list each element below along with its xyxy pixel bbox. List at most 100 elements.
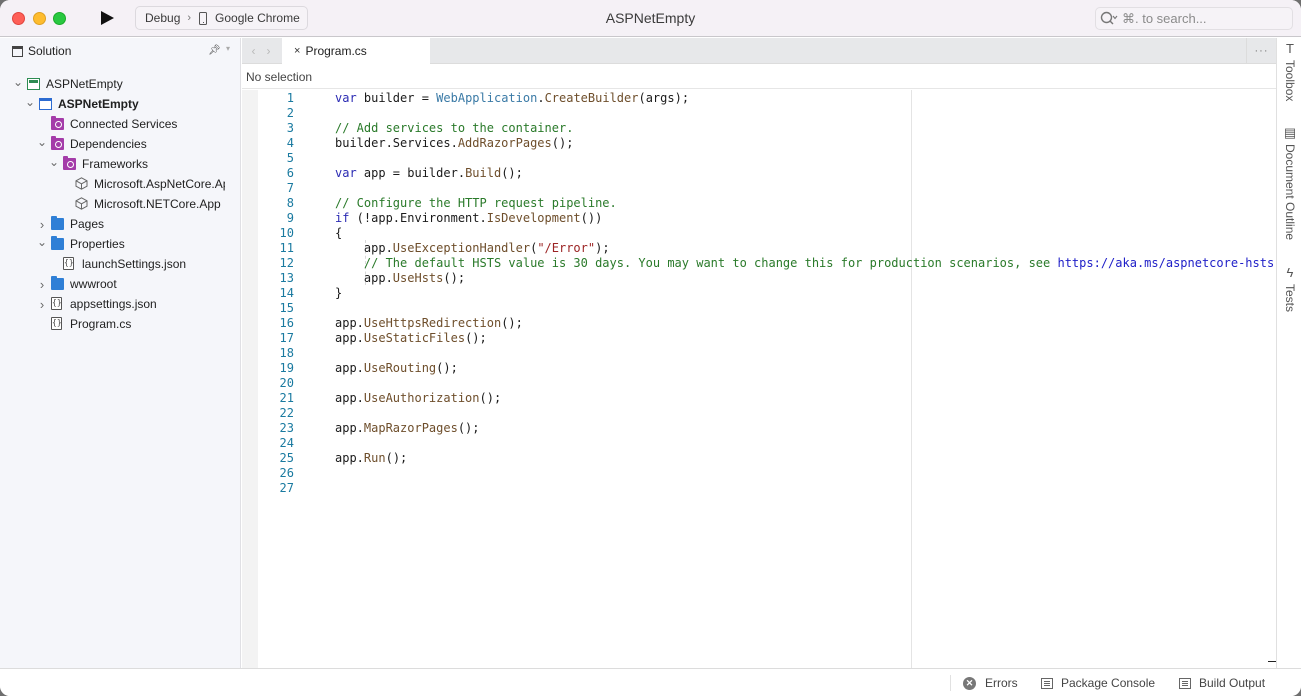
tests-pad-tab[interactable]: ϟ Tests (1280, 266, 1300, 313)
chevron-down-icon[interactable]: ⌄ (13, 75, 23, 89)
code-line[interactable]: 15 (242, 301, 1276, 316)
code-token: if (335, 211, 350, 225)
code-line[interactable]: 23 app.MapRazorPages(); (242, 421, 1276, 436)
tree-item[interactable]: › {} appsettings.json (0, 294, 241, 314)
chevron-down-icon[interactable]: ⌄ (25, 95, 35, 109)
tab-program-cs[interactable]: × Program.cs (282, 38, 430, 64)
chevron-down-icon[interactable]: ⌄ (37, 135, 47, 149)
code-token: // Add services to the container. (335, 121, 574, 135)
code-line[interactable]: 14} (242, 286, 1276, 301)
console-icon (1041, 677, 1053, 689)
solution-pad: Solution 📌︎ ▾ ⌄ ASPNetEmpty ⌄ ASPNetEmpty Co… (0, 38, 241, 668)
chevron-right-icon[interactable]: › (37, 297, 47, 312)
connected-services-icon (51, 116, 64, 130)
tree-item[interactable]: › wwwroot (0, 274, 241, 294)
json-file-icon: {} (51, 297, 62, 310)
line-number: 25 (279, 451, 294, 465)
search-input[interactable]: ⌘. to search... (1095, 7, 1293, 30)
code-line[interactable]: 12 // The default HSTS value is 30 days.… (242, 256, 1276, 271)
tree-item[interactable]: › Pages (0, 214, 241, 234)
tree-item[interactable]: Microsoft.NETCore.App (0, 194, 241, 214)
ide-window: Debug › Google Chrome ASPNetEmpty ⌘. to … (0, 0, 1301, 696)
code-text: // The default HSTS value is 30 days. Yo… (294, 256, 1274, 271)
code-line[interactable]: 5 (242, 151, 1276, 166)
nav-back-icon[interactable]: ‹ (252, 44, 256, 58)
code-line[interactable]: 11 app.UseExceptionHandler("/Error"); (242, 241, 1276, 256)
code-line[interactable]: 20 (242, 376, 1276, 391)
chevron-down-icon[interactable]: ⌄ (37, 235, 47, 249)
tree-item[interactable]: ⌄ ASPNetEmpty (0, 74, 241, 94)
tree-item[interactable]: ⌄ Properties (0, 234, 241, 254)
toolbox-icon: T (1286, 41, 1294, 56)
tree-item[interactable]: Connected Services (0, 114, 241, 134)
code-line[interactable]: 22 (242, 406, 1276, 421)
code-text: app.UseAuthorization(); (294, 391, 501, 406)
tree-item[interactable]: {} Program.cs (0, 314, 241, 334)
tree-item[interactable]: {} launchSettings.json (0, 254, 241, 274)
tab-label: Program.cs (305, 44, 367, 58)
code-line[interactable]: 16 app.UseHttpsRedirection(); (242, 316, 1276, 331)
close-tab-icon[interactable]: × (294, 45, 300, 57)
code-text: // Configure the HTTP request pipeline. (294, 196, 617, 211)
errors-button[interactable]: ✕ Errors (963, 674, 1018, 692)
package-console-button[interactable]: Package Console (1041, 674, 1155, 692)
pad-options-chevron-icon[interactable]: ▾ (226, 44, 230, 53)
tree-item[interactable]: ⌄ ASPNetEmpty (0, 94, 241, 114)
nav-forward-icon[interactable]: › (267, 44, 271, 58)
tree-item[interactable]: ⌄ Frameworks (0, 154, 241, 174)
more-tabs-button[interactable]: ··· (1246, 38, 1276, 63)
errors-label: Errors (985, 676, 1018, 690)
pin-icon[interactable]: 📌︎ (208, 45, 221, 56)
code-text: app.UseExceptionHandler("/Error"); (294, 241, 610, 256)
code-token: app. (335, 271, 393, 285)
code-line[interactable]: 24 (242, 436, 1276, 451)
chevron-down-icon[interactable]: ⌄ (49, 155, 59, 169)
path-bar[interactable]: No selection (242, 65, 1276, 89)
code-line[interactable]: 27 (242, 481, 1276, 496)
code-line[interactable]: 2 (242, 106, 1276, 121)
error-icon: ✕ (963, 676, 976, 690)
code-line[interactable]: 9 if (!app.Environment.IsDevelopment()) (242, 211, 1276, 226)
code-token: (); (479, 391, 502, 405)
code-line[interactable]: 13 app.UseHsts(); (242, 271, 1276, 286)
code-token: UseRouting (363, 361, 437, 375)
line-number: 18 (279, 346, 294, 360)
code-line[interactable]: 10 { (242, 226, 1276, 241)
tree-item[interactable]: ⌄ Dependencies (0, 134, 241, 154)
code-line[interactable]: 7 (242, 181, 1276, 196)
code-line[interactable]: 18 (242, 346, 1276, 361)
document-outline-label: Document Outline (1283, 144, 1297, 241)
code-text: app.Run(); (294, 451, 407, 466)
chevron-right-icon[interactable]: › (37, 217, 47, 232)
toolbox-pad-tab[interactable]: T Toolbox (1280, 41, 1300, 102)
code-token: (); (501, 166, 523, 180)
code-line[interactable]: 19 app.UseRouting(); (242, 361, 1276, 376)
code-token: var (335, 166, 357, 180)
code-token: } (335, 286, 343, 300)
code-line[interactable]: 6 var app = builder.Build(); (242, 166, 1276, 181)
folder-icon (51, 236, 64, 250)
document-outline-pad-tab[interactable]: ▤ Document Outline (1280, 126, 1300, 241)
chevron-right-icon[interactable]: › (37, 277, 47, 292)
line-number: 15 (279, 301, 294, 315)
code-line[interactable]: 25 app.Run(); (242, 451, 1276, 466)
json-file-icon: {} (51, 317, 62, 330)
code-token: { (335, 226, 343, 240)
code-line[interactable]: 3 // Add services to the container. (242, 121, 1276, 136)
build-output-button[interactable]: Build Output (1179, 674, 1265, 692)
code-text: } (294, 286, 342, 301)
code-line[interactable]: 17 app.UseStaticFiles(); (242, 331, 1276, 346)
tree-item[interactable]: Microsoft.AspNetCore.App (0, 174, 241, 194)
code-editor[interactable]: 1 var builder = WebApplication.CreateBuil… (242, 90, 1276, 668)
code-line[interactable]: 4 builder.Services.AddRazorPages(); (242, 136, 1276, 151)
code-line[interactable]: 26 (242, 466, 1276, 481)
code-line[interactable]: 21 app.UseAuthorization(); (242, 391, 1276, 406)
code-link[interactable]: https://aka.ms/aspnetcore-hsts (1057, 256, 1274, 270)
line-number: 19 (279, 361, 294, 375)
code-line[interactable]: 8 // Configure the HTTP request pipeline. (242, 196, 1276, 211)
solution-pad-icon (12, 45, 23, 57)
status-bar: ✕ Errors Package Console Build Output (0, 668, 1301, 696)
code-line[interactable]: 1 var builder = WebApplication.CreateBuil… (242, 91, 1276, 106)
code-text: var builder = WebApplication.CreateBuild… (294, 91, 689, 106)
